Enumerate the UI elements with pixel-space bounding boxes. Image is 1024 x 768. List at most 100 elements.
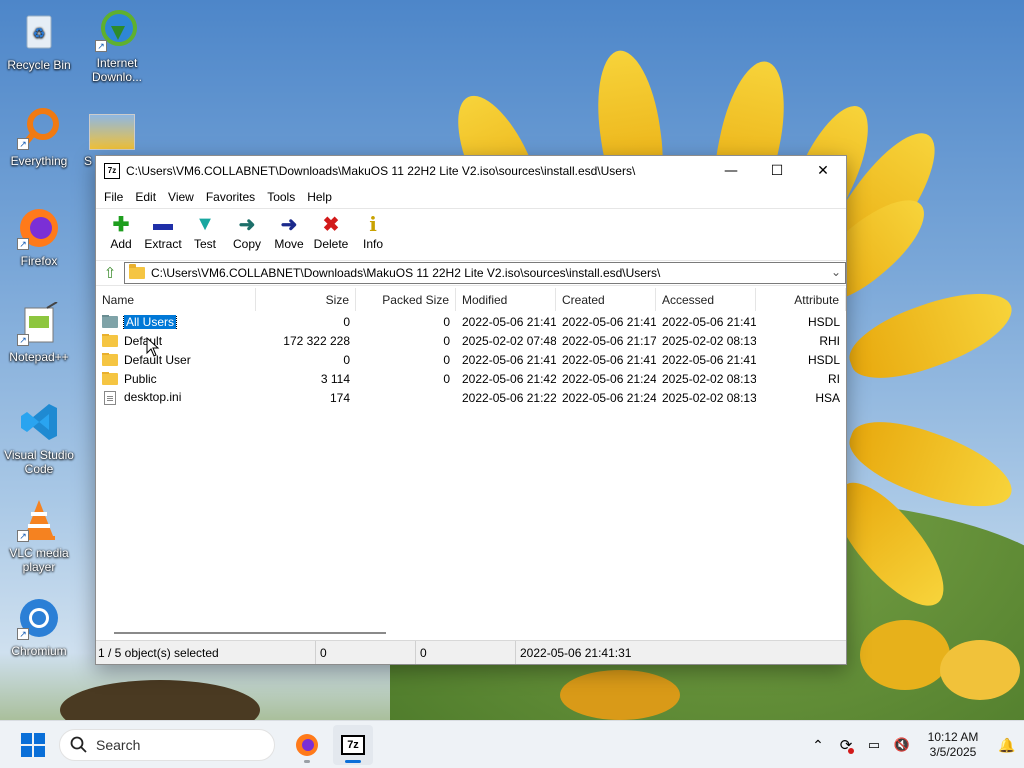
title-bar[interactable]: 7z C:\Users\VM6.COLLABNET\Downloads\Maku… (96, 156, 846, 186)
clock[interactable]: 10:12 AM 3/5/2025 (916, 730, 990, 760)
notepad-plus-plus-icon: ↗ (17, 301, 61, 346)
column-packed-size[interactable]: Packed Size (356, 288, 456, 311)
vlc-icon: ↗ (17, 498, 61, 542)
column-accessed[interactable]: Accessed (656, 288, 756, 311)
status-modified: 2022-05-06 21:41:31 (520, 645, 632, 660)
taskbar-app-firefox[interactable] (287, 725, 327, 765)
table-row[interactable]: Default User 0 0 2022-05-06 21:41 2022-0… (96, 350, 846, 369)
table-row[interactable]: desktop.ini 174 2022-05-06 21:22 2022-05… (96, 388, 846, 407)
status-selection: 1 / 5 object(s) selected (96, 641, 316, 664)
minimize-button[interactable]: — (708, 156, 754, 186)
network-icon[interactable]: ▭ (860, 737, 888, 753)
table-row[interactable]: Public 3 114 0 2022-05-06 21:42 2022-05-… (96, 369, 846, 388)
ini-file-icon (104, 390, 116, 405)
update-sync-icon[interactable]: ⟳ (832, 736, 860, 754)
up-folder-icon[interactable]: ⇧ (96, 261, 124, 285)
delete-icon: ✖ (322, 213, 340, 236)
toolbar: ✚ Add ▬ Extract ▼ Test ➜ Copy ➜ Move ✖ D… (96, 208, 846, 260)
7zip-app-icon: 7z (104, 163, 120, 179)
menu-tools[interactable]: Tools (261, 190, 301, 204)
desktop-icon-firefox[interactable]: ↗ Firefox (2, 206, 76, 268)
desktop-icon-everything[interactable]: ↗ Everything (2, 106, 76, 168)
window-title: C:\Users\VM6.COLLABNET\Downloads\MakuOS … (126, 164, 636, 178)
search-icon (70, 736, 87, 753)
recycle-bin-icon: ♻ (17, 10, 61, 54)
desktop-icon-recycle-bin[interactable]: ♻ Recycle Bin (2, 10, 76, 72)
firefox-icon (296, 733, 318, 756)
column-size[interactable]: Size (256, 288, 356, 311)
menu-file[interactable]: File (98, 190, 129, 204)
add-icon: ✚ (112, 213, 130, 236)
table-row[interactable]: All Users 0 0 2022-05-06 21:41 2022-05-0… (96, 312, 846, 331)
move-icon: ➜ (280, 213, 298, 236)
desktop-icon-vlc[interactable]: ↗ VLC media player (2, 498, 76, 574)
move-button[interactable]: ➜ Move (268, 209, 310, 252)
7zip-file-manager-window[interactable]: 7z C:\Users\VM6.COLLABNET\Downloads\Maku… (95, 155, 847, 665)
clock-time: 10:12 AM (927, 730, 979, 744)
desktop-icon-vscode[interactable]: Visual Studio Code (2, 400, 76, 476)
everything-search-icon: ↗ (17, 106, 61, 150)
image-file-icon (89, 114, 135, 150)
clock-date: 3/5/2025 (929, 745, 977, 759)
folder-icon (129, 264, 145, 279)
file-list: All Users 0 0 2022-05-06 21:41 2022-05-0… (96, 312, 846, 407)
notification-bell-icon[interactable]: 🔔 (990, 737, 1024, 754)
chevron-up-icon[interactable]: ⌃ (804, 737, 832, 754)
column-name[interactable]: Name (96, 288, 256, 311)
maximize-button[interactable]: ☐ (754, 156, 800, 186)
add-button[interactable]: ✚ Add (100, 209, 142, 252)
column-header: Name Size Packed Size Modified Created A… (96, 288, 846, 312)
column-attribute[interactable]: Attribute (756, 288, 846, 311)
status-packed: 0 (416, 641, 516, 664)
extract-icon: ▬ (153, 212, 173, 235)
taskbar-search[interactable]: Search (59, 728, 275, 761)
horizontal-scrollbar[interactable] (96, 626, 846, 640)
menu-edit[interactable]: Edit (129, 190, 162, 204)
7zip-icon: 7z (341, 734, 365, 755)
address-bar: ⇧ C:\Users\VM6.COLLABNET\Downloads\MakuO… (96, 260, 846, 286)
special-folder-icon (102, 314, 118, 329)
close-button[interactable]: ✕ (800, 156, 846, 186)
delete-button[interactable]: ✖ Delete (310, 209, 352, 252)
file-name: Public (124, 371, 157, 386)
extract-button[interactable]: ▬ Extract (142, 209, 184, 252)
column-modified[interactable]: Modified (456, 288, 556, 311)
svg-text:♻: ♻ (33, 25, 46, 41)
file-name: All Users (122, 314, 178, 329)
scrollbar-thumb[interactable] (114, 632, 386, 634)
vscode-icon (17, 400, 61, 444)
table-row[interactable]: Default 172 322 228 0 2025-02-02 07:48 2… (96, 331, 846, 350)
copy-button[interactable]: ➜ Copy (226, 209, 268, 252)
menu-help[interactable]: Help (301, 190, 338, 204)
mouse-cursor-icon (146, 337, 160, 357)
menu-bar: File Edit View Favorites Tools Help (96, 186, 846, 208)
taskbar-app-7zip[interactable]: 7z (333, 724, 373, 765)
copy-icon: ➜ (238, 213, 256, 236)
info-button[interactable]: i Info (352, 209, 394, 251)
menu-favorites[interactable]: Favorites (200, 190, 261, 204)
path-input[interactable]: C:\Users\VM6.COLLABNET\Downloads\MakuOS … (124, 262, 846, 284)
column-created[interactable]: Created (556, 288, 656, 311)
chevron-down-icon[interactable]: ⌄ (831, 265, 841, 279)
info-icon: i (369, 212, 377, 236)
volume-muted-icon[interactable]: 🔇 (888, 737, 916, 753)
folder-icon (102, 371, 118, 386)
status-bar: 1 / 5 object(s) selected 0 0 2022-05-06 … (96, 640, 846, 664)
start-button[interactable] (21, 732, 45, 757)
desktop-icon-notepad-plus-plus[interactable]: ↗ Notepad++ (2, 301, 76, 364)
test-icon: ▼ (195, 212, 215, 235)
file-name: desktop.ini (124, 390, 182, 405)
taskbar: Search 7z ⌃ ⟳ ▭ 🔇 10:12 AM 3/5/2025 🔔 (0, 720, 1024, 768)
menu-view[interactable]: View (162, 190, 200, 204)
folder-icon (102, 352, 118, 367)
internet-download-manager-icon: ↗ (95, 8, 139, 52)
chromium-icon: ↗ (17, 596, 61, 640)
search-placeholder: Search (96, 736, 141, 753)
system-tray: ⌃ ⟳ ▭ 🔇 10:12 AM 3/5/2025 🔔 (804, 721, 1024, 768)
desktop-icon-internet-download-manager[interactable]: ↗ Internet Downlo... (80, 8, 154, 84)
desktop-icon-chromium[interactable]: ↗ Chromium (2, 596, 76, 658)
status-size: 0 (316, 641, 416, 664)
test-button[interactable]: ▼ Test (184, 209, 226, 252)
folder-icon (102, 333, 118, 348)
firefox-icon: ↗ (17, 206, 61, 250)
